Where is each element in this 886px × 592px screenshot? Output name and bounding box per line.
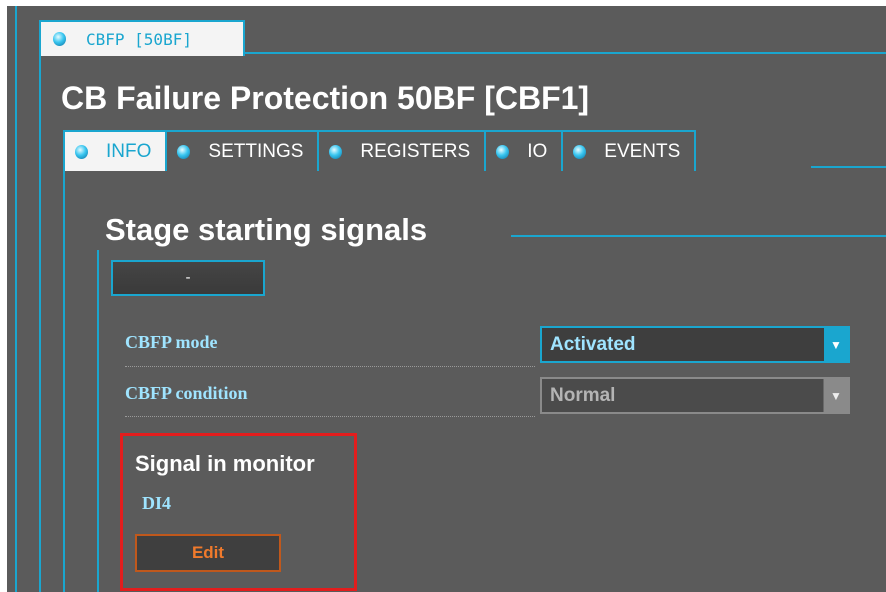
status-led-icon	[329, 144, 343, 159]
status-led-icon	[75, 144, 88, 159]
signal-in-monitor-value: DI4	[142, 493, 172, 513]
tab-io[interactable]: IO	[484, 130, 564, 171]
tab-label: SETTINGS	[208, 140, 304, 162]
chevron-down-icon: ▼	[823, 379, 848, 412]
cbfp-condition-value: Normal	[550, 384, 616, 406]
tab-label: IO	[527, 140, 548, 162]
frame-line-tabs	[811, 166, 886, 168]
window-tab-cbfp[interactable]: CBFP [50BF]	[39, 20, 245, 56]
cbfp-mode-label: CBFP mode	[125, 332, 218, 352]
frame-line-section	[97, 250, 99, 592]
cbfp-mode-value: Activated	[550, 333, 636, 355]
frame-line-left-inner	[63, 169, 65, 592]
tab-label: INFO	[106, 140, 152, 162]
tab-registers[interactable]: REGISTERS	[317, 130, 487, 171]
frame-line-top	[237, 52, 886, 54]
row-divider	[125, 416, 535, 417]
screen: CBFP [50BF] CB Failure Protection 50BF […	[7, 6, 886, 592]
cbfp-condition-label: CBFP condition	[125, 383, 248, 403]
page-title: CB Failure Protection 50BF [CBF1]	[61, 80, 590, 116]
cbfp-mode-select[interactable]: Activated ▼	[540, 326, 850, 363]
frame-line-left-outer	[15, 6, 17, 592]
tab-events[interactable]: EVENTS	[561, 130, 697, 171]
status-led-icon	[177, 144, 191, 159]
window-tab-label: CBFP [50BF]	[86, 29, 192, 49]
tab-settings[interactable]: SETTINGS	[165, 130, 320, 171]
frame-line-left-mid	[39, 54, 41, 592]
status-led-icon	[496, 144, 510, 159]
chevron-down-icon[interactable]: ▼	[824, 328, 848, 361]
dash-button[interactable]: -	[111, 260, 265, 296]
signal-in-monitor-label: Signal in monitor	[135, 451, 315, 476]
status-led-icon	[573, 144, 587, 159]
tab-label: REGISTERS	[360, 140, 471, 162]
section-title: Stage starting signals	[105, 212, 428, 247]
frame-line-section-title	[511, 235, 886, 237]
tab-label: EVENTS	[604, 140, 681, 162]
tab-bar: INFO SETTINGS REGISTERS IO EVENTS	[63, 130, 697, 171]
cbfp-condition-select: Normal ▼	[540, 377, 850, 414]
tab-info[interactable]: INFO	[63, 130, 168, 171]
edit-button[interactable]: Edit	[135, 534, 281, 572]
row-divider	[125, 366, 535, 367]
status-led-icon	[53, 32, 66, 46]
